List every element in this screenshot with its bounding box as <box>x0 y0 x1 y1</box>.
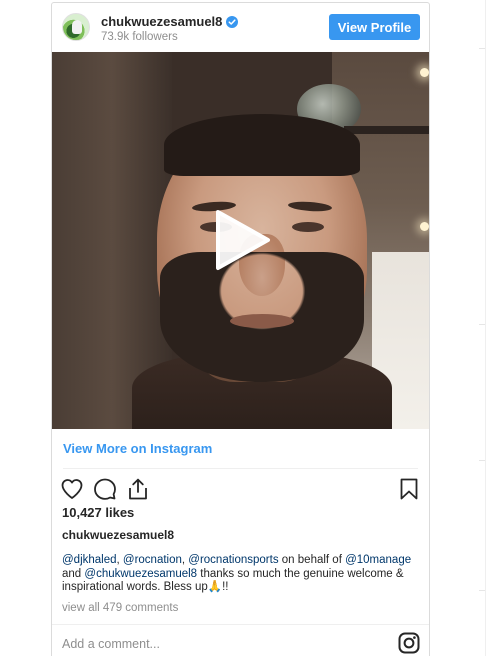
page-rule-tick <box>479 324 485 325</box>
mention-link[interactable]: @rocnationsports <box>188 554 278 566</box>
instagram-embed: chukwuezesamuel8 73.9k followers View Pr… <box>51 2 430 656</box>
verified-badge-icon <box>226 16 239 28</box>
page-right-rule <box>485 0 486 656</box>
page-rule-tick <box>479 48 485 49</box>
divider <box>52 624 429 625</box>
divider <box>63 468 418 469</box>
view-profile-button[interactable]: View Profile <box>329 14 420 40</box>
mention-link[interactable]: @djkhaled <box>62 554 117 566</box>
view-all-comments-link[interactable]: view all 479 comments <box>62 601 178 615</box>
subject-eye <box>292 222 324 232</box>
caption-text: !! <box>222 581 229 593</box>
subject-mouth <box>230 314 294 328</box>
caption: @djkhaled, @rocnation, @rocnationsports … <box>62 554 422 595</box>
pray-emoji: 🙏 <box>207 581 223 593</box>
share-upload-icon[interactable] <box>126 477 150 501</box>
subject-hair <box>164 114 360 176</box>
heart-icon[interactable] <box>60 477 84 501</box>
username[interactable]: chukwuezesamuel8 <box>101 14 222 30</box>
caption-text: and <box>62 567 85 580</box>
page-rule-tick <box>479 460 485 461</box>
mention-link[interactable]: @rocnation <box>123 554 182 566</box>
video-thumbnail[interactable] <box>52 52 429 429</box>
action-bar <box>52 477 429 501</box>
comment-bubble-icon[interactable] <box>93 477 117 501</box>
username-row: chukwuezesamuel8 <box>101 14 239 30</box>
background-shelf <box>344 126 429 134</box>
bookmark-icon[interactable] <box>397 477 421 501</box>
background-light <box>420 222 429 231</box>
instagram-glyph-icon[interactable] <box>398 632 420 654</box>
mention-link[interactable]: @chukwuezesamuel8 <box>84 568 197 580</box>
embed-header: chukwuezesamuel8 73.9k followers View Pr… <box>52 3 429 52</box>
like-count[interactable]: 10,427 likes <box>62 505 134 521</box>
background-light <box>420 68 429 77</box>
mention-link[interactable]: @10manage <box>345 554 411 566</box>
caption-text: on behalf of <box>278 554 346 566</box>
view-more-link[interactable]: View More on Instagram <box>63 441 212 457</box>
avatar[interactable] <box>62 13 90 41</box>
caption-username[interactable]: chukwuezesamuel8 <box>62 528 174 543</box>
follower-count: 73.9k followers <box>101 31 178 43</box>
page-rule-tick <box>479 590 485 591</box>
play-icon[interactable] <box>212 208 272 272</box>
add-comment-input[interactable]: Add a comment... <box>62 637 160 652</box>
